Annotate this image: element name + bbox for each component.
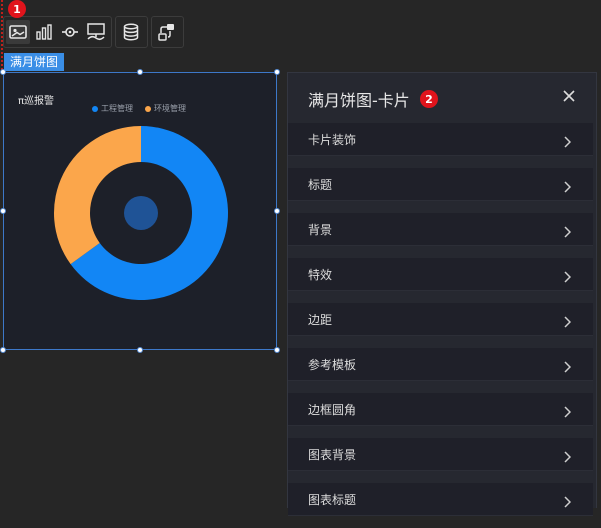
resize-handle-tr[interactable] bbox=[274, 69, 280, 75]
donut-chart bbox=[54, 126, 228, 300]
chevron-right-icon bbox=[563, 133, 572, 152]
toolbar-group-data bbox=[115, 16, 148, 48]
panel-row-label: 参考模板 bbox=[308, 357, 357, 372]
step-marker-2: 2 bbox=[420, 90, 438, 108]
panel-row[interactable]: 边距 bbox=[288, 303, 593, 336]
panel-row[interactable]: 边框圆角 bbox=[288, 393, 593, 426]
panel-row[interactable]: 参考模板 bbox=[288, 348, 593, 381]
resize-handle-l[interactable] bbox=[0, 208, 6, 214]
panel-row-label: 图表标题 bbox=[308, 492, 357, 507]
resize-handle-bl[interactable] bbox=[0, 347, 6, 353]
panel-row-label: 边距 bbox=[308, 312, 333, 327]
panel-row-label: 图表背景 bbox=[308, 447, 357, 462]
panel-row-label: 背景 bbox=[308, 222, 333, 237]
panel-row[interactable]: 标题 bbox=[288, 168, 593, 201]
panel-row-label: 卡片装饰 bbox=[308, 132, 357, 147]
toolbar-group-link bbox=[151, 16, 184, 48]
chevron-right-icon bbox=[563, 313, 572, 332]
chevron-right-icon bbox=[563, 493, 572, 512]
properties-panel: 满月饼图-卡片 2 卡片装饰标题背景特效边距参考模板边框圆角图表背景图表标题 bbox=[287, 72, 597, 516]
toolbar-group-components bbox=[3, 16, 112, 48]
database-icon[interactable] bbox=[119, 20, 143, 44]
chevron-right-icon bbox=[563, 403, 572, 422]
panel-row[interactable]: 卡片装饰 bbox=[288, 123, 593, 156]
chevron-right-icon bbox=[563, 178, 572, 197]
picture-icon[interactable] bbox=[6, 20, 30, 44]
panel-row-label: 标题 bbox=[308, 177, 333, 192]
resize-handle-r[interactable] bbox=[274, 208, 280, 214]
chevron-right-icon bbox=[563, 223, 572, 242]
bar-chart-icon[interactable] bbox=[32, 20, 56, 44]
panel-row[interactable]: 背景 bbox=[288, 213, 593, 246]
chevron-right-icon bbox=[563, 358, 572, 377]
eye-target-icon[interactable] bbox=[58, 20, 82, 44]
donut-center bbox=[124, 196, 158, 230]
link-flow-icon[interactable] bbox=[155, 20, 179, 44]
panel-row-label: 特效 bbox=[308, 267, 333, 282]
resize-handle-b[interactable] bbox=[137, 347, 143, 353]
panel-row[interactable]: 特效 bbox=[288, 258, 593, 291]
chevron-right-icon bbox=[563, 268, 572, 287]
resize-handle-t[interactable] bbox=[137, 69, 143, 75]
panel-row-label: 边框圆角 bbox=[308, 402, 357, 417]
resize-handle-br[interactable] bbox=[274, 347, 280, 353]
panel-rows: 卡片装饰标题背景特效边距参考模板边框圆角图表背景图表标题 bbox=[288, 123, 596, 528]
donut-slice[interactable] bbox=[54, 126, 141, 265]
resize-handle-tl[interactable] bbox=[0, 69, 6, 75]
panel-row[interactable]: 图表标题 bbox=[288, 483, 593, 516]
step-marker-1: 1 bbox=[8, 0, 26, 18]
panel-row[interactable]: 图表背景 bbox=[288, 438, 593, 471]
chevron-right-icon bbox=[563, 448, 572, 467]
chart-card[interactable]: π巡报警 工程管理 环境管理 bbox=[3, 72, 277, 350]
chart-box-icon[interactable] bbox=[84, 20, 108, 44]
component-tag[interactable]: 满月饼图 bbox=[4, 53, 65, 71]
panel-title: 满月饼图-卡片 bbox=[308, 91, 410, 110]
close-icon[interactable] bbox=[560, 87, 578, 105]
